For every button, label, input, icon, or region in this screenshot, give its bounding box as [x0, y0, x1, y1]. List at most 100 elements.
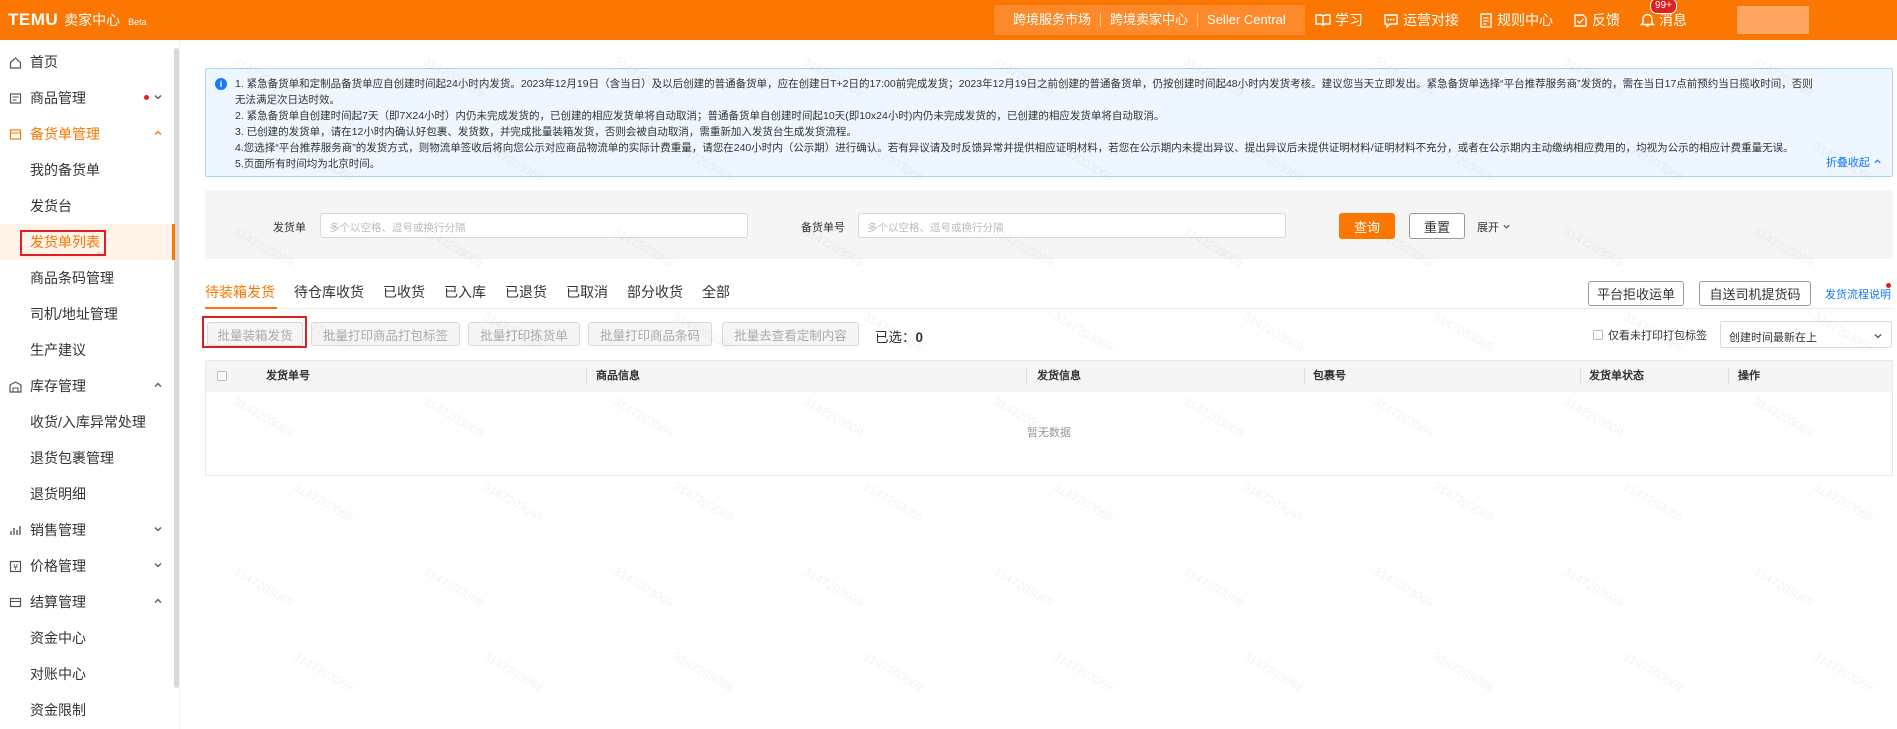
only-unprinted-label: 仅看未打印打包标签	[1608, 330, 1707, 342]
tab-pending-warehouse[interactable]: 待仓库收货	[294, 280, 364, 310]
stock-order-label: 备货单号	[801, 222, 845, 234]
sidebar-label: 商品管理	[30, 90, 86, 106]
tab-pending-packing[interactable]: 待装箱发货	[205, 280, 275, 310]
col-status: 发货单状态	[1589, 370, 1644, 382]
watermark-text: 3147203069	[290, 649, 356, 695]
ops-contact-button[interactable]: 运营对接	[1383, 10, 1459, 30]
sidebar-item-stock-orders[interactable]: 备货单管理	[0, 116, 175, 152]
watermark-text: 3147203069	[1620, 479, 1686, 525]
batch-print-barcodes-button[interactable]: 批量打印商品条码	[588, 322, 712, 346]
sidebar-item-shipping-desk[interactable]: 发货台	[0, 188, 175, 224]
stock-order-input[interactable]: 多个以空格、逗号或换行分隔	[858, 213, 1286, 238]
col-actions: 操作	[1738, 370, 1760, 382]
chevron-up-icon	[154, 382, 162, 387]
top-bar: TEMU 卖家中心 Beta 跨境服务市场 跨境卖家中心 Seller Cent…	[0, 0, 1897, 40]
select-all-checkbox[interactable]	[217, 371, 227, 381]
col-separator	[586, 368, 587, 385]
feedback-label: 反馈	[1592, 12, 1620, 28]
sidebar-item-return-parcels[interactable]: 退货包裹管理	[0, 440, 175, 476]
watermark-text: 3147203069	[860, 649, 926, 695]
platform-rejected-button[interactable]: 平台拒收运单	[1588, 281, 1684, 306]
col-separator	[1580, 368, 1581, 385]
brand-name: TEMU	[8, 10, 59, 29]
logo[interactable]: TEMU 卖家中心 Beta	[8, 10, 147, 30]
sidebar-item-receiving-exception[interactable]: 收货/入库异常处理	[0, 404, 175, 440]
sort-select[interactable]: 创建时间最新在上	[1720, 321, 1892, 348]
sort-value: 创建时间最新在上	[1729, 332, 1817, 344]
watermark-text: 3147203069	[610, 564, 676, 610]
batch-view-custom-button[interactable]: 批量去查看定制内容	[722, 322, 859, 346]
sidebar-label: 发货台	[30, 198, 72, 214]
sidebar-item-production-advice[interactable]: 生产建议	[0, 332, 175, 368]
brand-subtitle: 卖家中心	[64, 12, 121, 28]
watermark-text: 3147203069	[1240, 649, 1306, 695]
nav-service-market[interactable]: 跨境服务市场	[1004, 13, 1100, 27]
sidebar-item-reconciliation[interactable]: 对账中心	[0, 656, 175, 692]
sidebar-item-return-details[interactable]: 退货明细	[0, 476, 175, 512]
learn-label: 学习	[1335, 12, 1363, 28]
reset-button[interactable]: 重置	[1409, 213, 1465, 239]
chevron-up-icon	[154, 598, 162, 603]
chevron-up-icon	[154, 130, 162, 135]
bell-icon	[1640, 13, 1655, 27]
chevron-down-icon	[1874, 334, 1882, 339]
account-avatar[interactable]	[1737, 6, 1809, 34]
feedback-button[interactable]: 反馈	[1573, 10, 1620, 30]
tab-cancelled[interactable]: 已取消	[566, 280, 608, 310]
watermark-text: 3147203069	[1240, 479, 1306, 525]
query-button[interactable]: 查询	[1339, 213, 1395, 239]
tab-returned[interactable]: 已退货	[505, 280, 547, 310]
sidebar-label: 退货包裹管理	[30, 450, 114, 466]
sidebar-label: 生产建议	[30, 342, 86, 358]
checkbox[interactable]	[1593, 330, 1603, 340]
sidebar-item-settlement[interactable]: 结算管理	[0, 584, 175, 620]
shipment-input[interactable]: 多个以空格、逗号或换行分隔	[320, 213, 748, 238]
warehouse-icon	[8, 379, 22, 393]
book-icon	[1315, 14, 1331, 27]
sidebar-item-fund-limits[interactable]: 资金限制	[0, 692, 175, 728]
unread-dot	[144, 95, 149, 100]
batch-print-picking-button[interactable]: 批量打印拣货单	[468, 322, 580, 346]
watermark-text: 3147203069	[1750, 564, 1816, 610]
sidebar-item-fund-center[interactable]: 资金中心	[0, 620, 175, 656]
shipment-table: 发货单号 商品信息 发货信息 包裹号 发货单状态 操作 暂无数据	[205, 360, 1893, 476]
sidebar-item-home[interactable]: 首页	[0, 44, 175, 80]
watermark-text: 3147203069	[1430, 649, 1496, 695]
goods-icon	[8, 91, 22, 105]
learn-button[interactable]: 学习	[1315, 10, 1363, 30]
sidebar-label: 退货明细	[30, 486, 86, 502]
driver-pickup-code-button[interactable]: 自送司机提货码	[1699, 281, 1811, 306]
watermark-text: 3147203069	[1240, 309, 1306, 355]
sidebar-item-barcode[interactable]: 商品条码管理	[0, 260, 175, 296]
tab-all[interactable]: 全部	[702, 280, 730, 310]
sidebar-item-sales[interactable]: 销售管理	[0, 512, 175, 548]
nav-seller-central[interactable]: Seller Central	[1197, 13, 1295, 27]
sales-icon	[8, 523, 22, 537]
expand-toggle[interactable]: 展开	[1477, 219, 1511, 235]
messages-button[interactable]: 消息 99+	[1640, 0, 1687, 30]
notice-line: 4.您选择“平台推荐服务商”的发货方式，则物流单签收后将向您公示对应商品物流单的…	[235, 142, 1794, 154]
collapse-label: 折叠收起	[1825, 157, 1870, 169]
tab-received[interactable]: 已收货	[383, 280, 425, 310]
rules-center-button[interactable]: 规则中心	[1479, 10, 1553, 30]
sidebar-item-driver-address[interactable]: 司机/地址管理	[0, 296, 175, 332]
sidebar-item-inventory[interactable]: 库存管理	[0, 368, 175, 404]
tab-stored[interactable]: 已入库	[444, 280, 486, 310]
only-unprinted-checkbox[interactable]: 仅看未打印打包标签	[1593, 327, 1707, 343]
shipping-flow-link[interactable]: 发货流程说明	[1825, 286, 1891, 302]
search-panel: 发货单 多个以空格、逗号或换行分隔 备货单号 多个以空格、逗号或换行分隔 查询 …	[205, 190, 1893, 259]
batch-print-pack-labels-button[interactable]: 批量打印商品打包标签	[311, 322, 460, 346]
nav-cross-border-center[interactable]: 跨境卖家中心	[1100, 13, 1197, 27]
sidebar-item-pricing[interactable]: ¥ 价格管理	[0, 548, 175, 584]
sidebar-item-my-stock-orders[interactable]: 我的备货单	[0, 152, 175, 188]
expand-label: 展开	[1477, 222, 1499, 234]
collapse-link[interactable]: 折叠收起	[1826, 154, 1882, 170]
notice-line: 2. 紧急备货单自创建时间起7天（即7X24小时）内仍未完成发货的，已创建的相应…	[235, 110, 1165, 122]
col-separator	[1304, 368, 1305, 385]
active-tab-underline	[205, 307, 277, 309]
sidebar-label: 备货单管理	[30, 126, 100, 142]
sidebar-item-goods[interactable]: 商品管理	[0, 80, 175, 116]
tab-partially-received[interactable]: 部分收货	[627, 280, 683, 310]
sidebar-label: 价格管理	[30, 558, 86, 574]
feedback-icon	[1574, 13, 1587, 27]
